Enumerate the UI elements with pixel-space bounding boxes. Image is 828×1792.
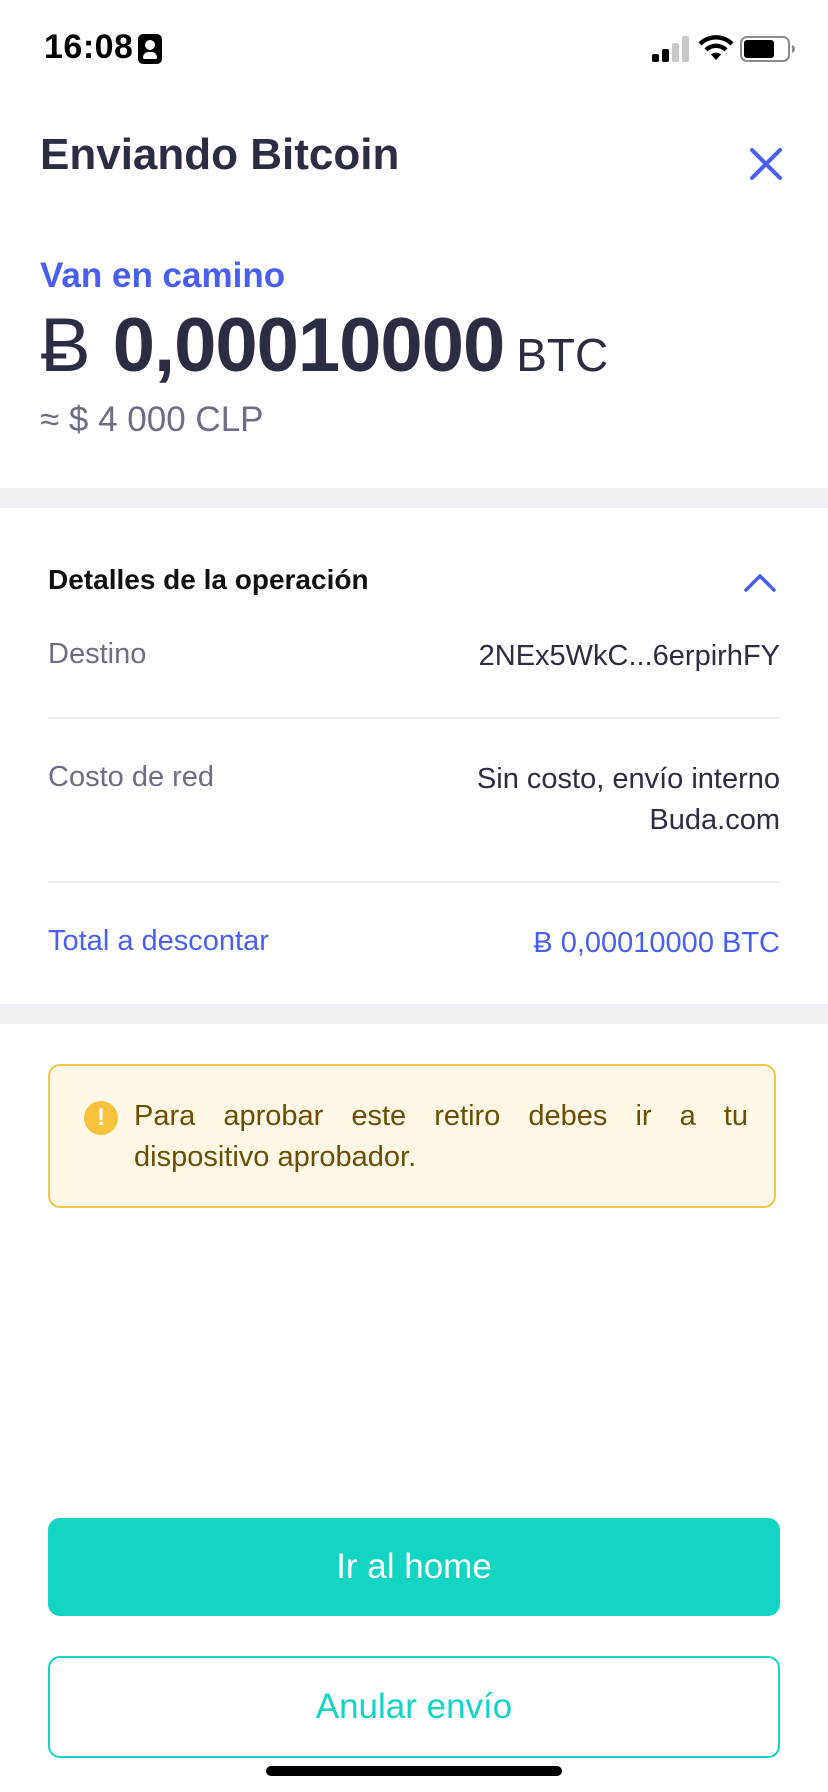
section-divider	[0, 1004, 828, 1024]
transfer-status-label: Van en camino	[40, 256, 286, 295]
home-indicator	[266, 1766, 562, 1776]
battery-icon	[740, 36, 795, 62]
wifi-icon	[698, 35, 734, 60]
amount-display: Ƀ 0,00010000 BTC	[40, 302, 608, 402]
network-fee-value: Sin costo, envío interno Buda.com	[477, 759, 780, 841]
status-time: 16:08	[44, 28, 134, 66]
details-title: Detalles de la operación	[48, 564, 369, 595]
chevron-up-icon	[744, 574, 776, 592]
row-divider	[48, 881, 780, 883]
warning-text: Para aprobar este retiro debes ir a tu d…	[134, 1100, 748, 1173]
contact-card-icon	[138, 34, 162, 64]
amount-value: 0,00010000	[112, 303, 506, 388]
fiat-equivalent: ≈ $ 4 000 CLP	[40, 400, 264, 439]
cancel-transfer-button[interactable]: Anular envío	[48, 1656, 780, 1758]
collapse-details-button[interactable]	[738, 564, 782, 600]
page-title: Enviando Bitcoin	[40, 130, 400, 179]
amount-unit: BTC	[516, 329, 609, 381]
close-icon	[750, 148, 782, 180]
close-button[interactable]	[740, 138, 792, 190]
network-fee-value-line: Sin costo, envío interno	[476, 763, 780, 795]
status-bar: 16:08	[0, 0, 828, 100]
total-label: Total a descontar	[48, 925, 269, 957]
network-fee-label: Costo de red	[48, 761, 215, 793]
bitcoin-symbol: Ƀ	[40, 303, 91, 388]
destination-label: Destino	[48, 638, 147, 670]
approval-warning: ! Para aprobar este retiro debes ir a tu…	[48, 1064, 776, 1208]
row-divider	[48, 717, 780, 719]
alert-icon: !	[84, 1101, 118, 1135]
network-fee-value-line: Buda.com	[649, 804, 780, 836]
total-value: Ƀ 0,00010000 BTC	[533, 927, 780, 959]
cellular-signal-icon	[652, 36, 690, 62]
destination-address: 2NEx5WkC...6erpirhFY	[478, 640, 780, 672]
go-home-button[interactable]: Ir al home	[48, 1518, 780, 1616]
section-divider	[0, 488, 828, 508]
